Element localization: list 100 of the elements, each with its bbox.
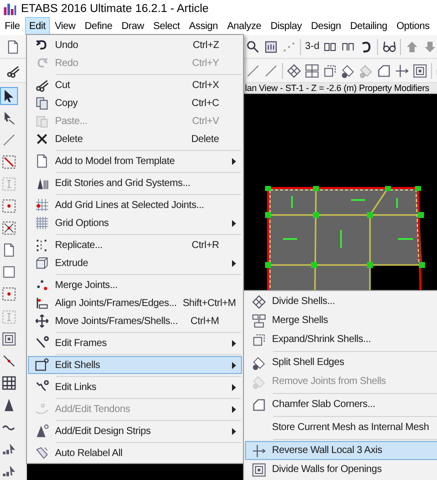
menu-item[interactable]: Chamfer Slab Corners... xyxy=(245,395,437,414)
shortcut-text: Ctrl+X xyxy=(192,80,219,90)
menu-bar-item[interactable]: Options xyxy=(392,17,434,35)
3d-view-button[interactable]: 3-d xyxy=(303,38,322,54)
menu-item[interactable]: Replicate... Ctrl+R xyxy=(28,236,242,254)
menu-bar-item[interactable]: Design xyxy=(306,17,346,35)
menu-item[interactable]: Merge Joints... xyxy=(28,276,242,294)
line-icon xyxy=(264,64,278,78)
pointer-tool[interactable] xyxy=(0,87,18,105)
menu-item[interactable]: Edit Frames xyxy=(28,334,242,352)
dot-box-tool[interactable] xyxy=(0,286,18,304)
diamond-grid-icon xyxy=(287,64,301,78)
menu-item[interactable]: Expand/Shrink Shells... xyxy=(245,330,437,349)
move-icon xyxy=(35,314,49,328)
dashed-line-box-tool[interactable] xyxy=(0,153,18,171)
arrows-icon xyxy=(2,442,16,456)
shortcut-text: Delete xyxy=(191,134,219,144)
framed-square-icon xyxy=(252,462,266,476)
strip-icon xyxy=(35,424,49,438)
tower-icon xyxy=(35,176,49,190)
replicate-icon xyxy=(35,238,49,252)
shortcut-text: Ctrl+C xyxy=(192,98,219,108)
menu-bar-item[interactable]: Analyze xyxy=(222,17,266,35)
diamond-grid-icon xyxy=(252,294,266,308)
dashed-box-icon xyxy=(2,177,16,192)
window-title: ETABS 2016 Ultimate 16.2.1 - Article xyxy=(21,2,209,14)
hand-icon xyxy=(264,40,278,54)
menu-bar-item[interactable]: Detailing xyxy=(346,17,392,35)
cone-icon xyxy=(2,398,16,412)
menu-item[interactable]: Add/Edit Design Strips xyxy=(28,422,242,440)
view-title: lan View - ST-1 - Z = -2.6 (m) Property Modifiers xyxy=(245,83,430,93)
menu-item[interactable]: Align Joints/Frames/Edges... Shift+Ctrl+M xyxy=(28,294,242,312)
menu-bar-item[interactable]: Assign xyxy=(184,17,222,35)
menu-bar-item[interactable]: Display xyxy=(266,17,306,35)
shortcut-text: Shift+Ctrl+M xyxy=(182,298,236,308)
grid-point-icon xyxy=(35,198,49,212)
zoom-icon xyxy=(246,40,260,54)
line-icon xyxy=(2,132,16,147)
grid-icon xyxy=(35,216,49,230)
menu-item[interactable]: Divide Walls for Openings xyxy=(245,460,437,479)
menu-bar-item[interactable]: File xyxy=(0,17,25,35)
document-icon xyxy=(6,40,20,54)
app-logo-icon xyxy=(3,2,17,16)
pointer-node-icon xyxy=(2,110,16,125)
menu-item[interactable]: Undo Ctrl+Z xyxy=(28,36,242,54)
menu-item[interactable]: Add Grid Lines at Selected Joints... xyxy=(28,196,242,214)
menu-bar-item[interactable]: Edit xyxy=(24,17,50,35)
copy-icon xyxy=(35,96,49,110)
shell-icon xyxy=(35,358,49,372)
diagonal-icon xyxy=(2,354,16,368)
menu-item[interactable]: Add to Model from Template xyxy=(28,152,242,170)
menu-bar-item[interactable]: Draw xyxy=(116,17,149,35)
dot-box-tool[interactable] xyxy=(0,197,18,215)
menu-bar-item[interactable]: Select xyxy=(148,17,184,35)
frame-icon xyxy=(35,336,49,350)
menu-item[interactable]: Grid Options xyxy=(28,214,242,232)
shortcut-text: Ctrl+Y xyxy=(192,58,219,68)
menu-item[interactable]: Auto Relabel All xyxy=(28,444,242,462)
dot-box-icon xyxy=(2,199,16,214)
menu-item[interactable]: Edit Links xyxy=(28,378,242,396)
dot-box-icon xyxy=(2,287,16,302)
up-arrow-icon xyxy=(405,40,420,54)
split-edge-dim-icon xyxy=(252,374,266,388)
framed-square-button[interactable] xyxy=(411,62,429,80)
menu-item[interactable]: Divide Shells... xyxy=(245,292,437,311)
chamfer-icon xyxy=(252,398,266,412)
menu-item[interactable]: Edit Shells xyxy=(28,356,242,374)
axis-icon xyxy=(395,64,409,78)
align-icon xyxy=(35,296,49,310)
grid-square-tool[interactable] xyxy=(0,374,18,392)
down-arrow-icon xyxy=(423,40,437,54)
cross-box-tool[interactable] xyxy=(0,219,18,238)
split-edge-icon xyxy=(341,64,355,78)
menu-bar-item[interactable]: Define xyxy=(80,17,117,35)
framed-square-icon xyxy=(2,332,16,346)
menu-item[interactable]: Merge Shells xyxy=(245,311,437,330)
menu-bar-item[interactable]: View xyxy=(50,17,80,35)
menu-item[interactable]: Store Current Mesh as Internal Mesh xyxy=(245,418,437,437)
framed-square-tool[interactable] xyxy=(0,330,18,348)
menu-item[interactable]: Split Shell Edges xyxy=(245,353,437,372)
grid-box-icon xyxy=(305,64,319,78)
menu-item[interactable]: Delete Delete xyxy=(28,130,242,148)
dashed-line-box-icon xyxy=(2,155,16,170)
menu-item[interactable]: Move Joints/Frames/Shells... Ctrl+M xyxy=(28,312,242,330)
menu-item[interactable]: Reverse Wall Local 3 Axis xyxy=(245,441,437,460)
menu-item[interactable]: Cut Ctrl+X xyxy=(28,76,242,94)
expand-box-icon xyxy=(323,64,337,78)
shortcut-text: Ctrl+Z xyxy=(192,40,219,50)
split-edge-dim-icon xyxy=(359,64,373,78)
grid-box-button[interactable] xyxy=(303,62,321,80)
menu-item[interactable]: Copy Ctrl+C xyxy=(28,94,242,112)
document-icon xyxy=(2,243,16,258)
document-icon xyxy=(35,154,49,168)
menu-item[interactable]: Edit Stories and Grid Systems... xyxy=(28,174,242,192)
menu-item[interactable]: Extrude xyxy=(28,254,242,272)
diamond-grid-button[interactable] xyxy=(285,62,303,80)
axis-icon xyxy=(252,444,266,458)
line-icon xyxy=(246,64,260,78)
cross-icon xyxy=(35,132,49,146)
cross-box-icon xyxy=(2,221,16,236)
